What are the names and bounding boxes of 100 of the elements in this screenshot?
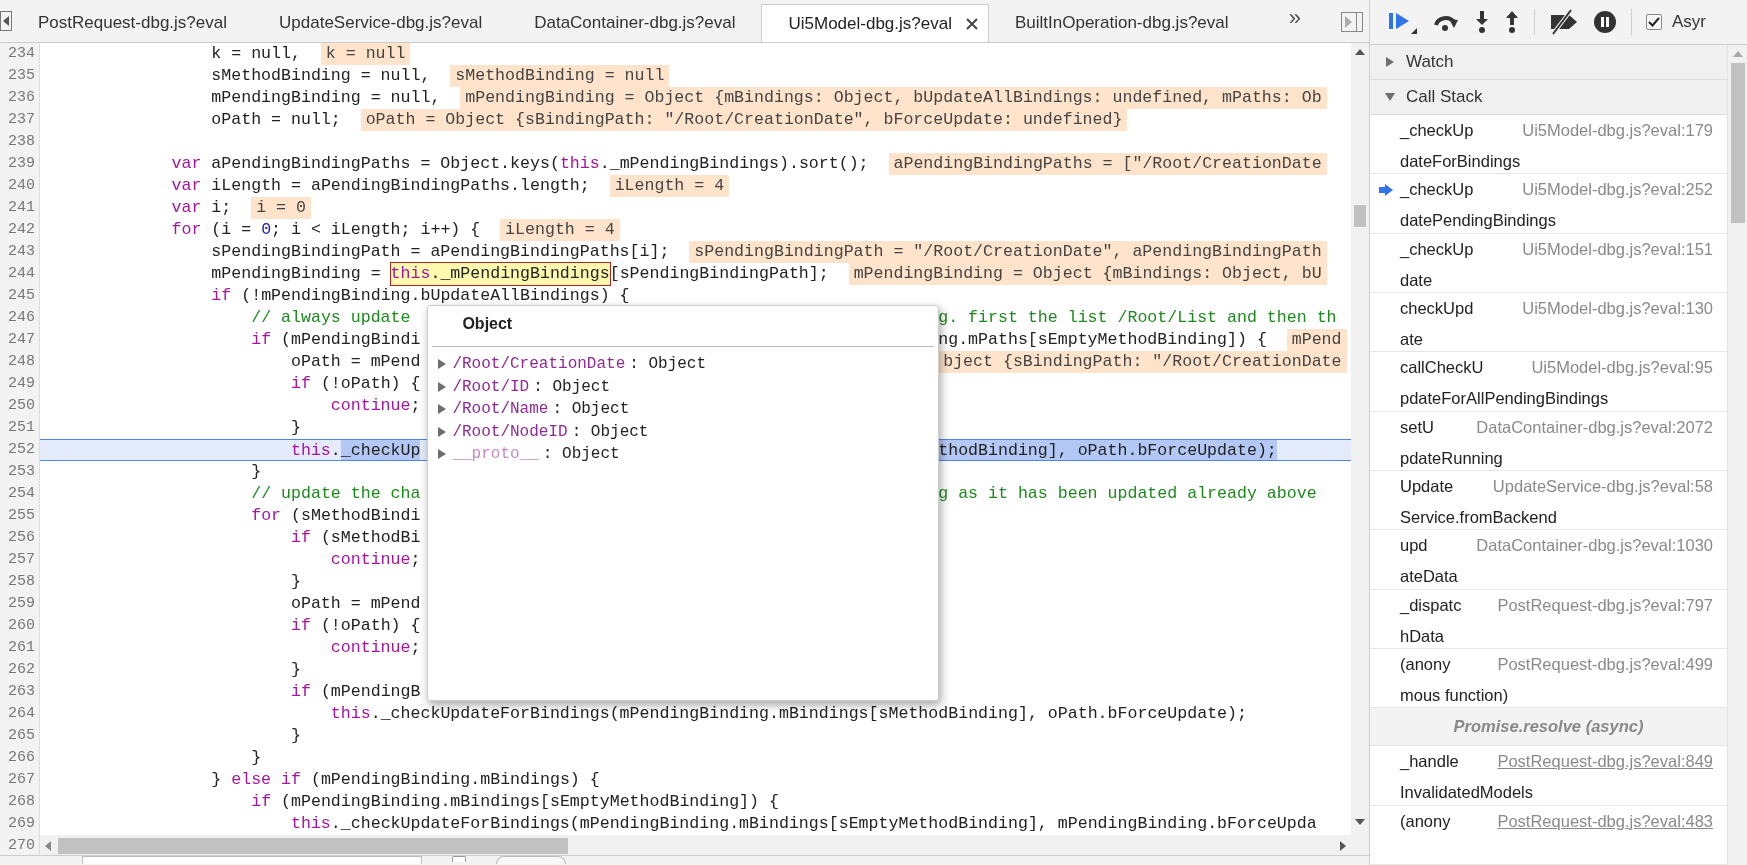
section-title: Call Stack [1406,86,1483,109]
line-number[interactable]: 236 [0,87,40,109]
code-keyword: if [251,791,272,813]
line-number[interactable]: 256 [0,527,40,549]
frame-name: (anony [1400,653,1451,675]
property-key[interactable]: /Root/NodeID [452,419,568,444]
line-number[interactable]: 262 [0,659,40,681]
frame-location[interactable]: PostRequest-dbg.js?eval:849 [1487,746,1713,778]
file-tab[interactable]: PostRequest-dbg.js?eval [12,4,253,42]
panel-toggle-icon[interactable] [1341,12,1363,32]
call-frame[interactable]: _handle PostRequest-dbg.js?eval:849 InvalidatedModels [1370,746,1727,806]
vertical-scrollbar[interactable] [1351,43,1369,855]
deactivate-breakpoints-icon[interactable] [1549,9,1579,35]
line-number[interactable]: 240 [0,175,40,197]
line-number[interactable]: 238 [0,131,40,153]
call-frame[interactable]: upd DataContainer-dbg.js?eval:1030 ateData [1370,530,1727,590]
line-number[interactable]: 247 [0,329,40,351]
line-number[interactable]: 249 [0,373,40,395]
line-number[interactable]: 263 [0,681,40,703]
scroll-down-arrow-icon[interactable] [1355,819,1365,825]
code-keyword: continue [330,637,411,659]
code-text: sMethodBinding = null, [211,65,431,87]
scroll-right-arrow-icon[interactable] [1339,841,1347,851]
file-tab[interactable]: DataContainer-dbg.js?eval [508,4,762,42]
inline-value: aPendingBindingPaths = ["/Root/CreationDate [888,153,1327,175]
property-key[interactable]: __proto__ [452,442,539,467]
line-number[interactable]: 259 [0,593,40,615]
scroll-left-arrow-icon[interactable] [44,841,52,851]
line-number[interactable]: 234 [0,43,40,65]
file-tab[interactable]: Ui5Model-dbg.js?eval [761,4,989,42]
property-key[interactable]: /Root/CreationDate [452,352,626,377]
close-icon[interactable] [965,17,978,30]
scroll-up-arrow-icon[interactable] [1355,49,1365,55]
call-frame[interactable]: (anony PostRequest-dbg.js?eval:483 [1370,805,1727,865]
line-number[interactable]: 269 [0,813,40,835]
line-number[interactable]: 255 [0,505,40,527]
file-tab[interactable]: BuiltInOperation-dbg.js?eval [988,4,1255,42]
inline-value: sPendingBindingPath = "/Root/CreationDate", aPendingBindingPath [689,241,1327,263]
frame-name: dateForBindings [1400,152,1521,170]
property-value: : Object [571,421,649,443]
line-number[interactable]: 252 [0,439,40,461]
line-number[interactable]: 253 [0,461,40,483]
line-number[interactable]: 244 [0,263,40,285]
resume-icon[interactable] [1388,10,1418,34]
scrollbar-thumb[interactable] [1354,205,1366,227]
more-tabs-button[interactable]: » [1288,1,1301,34]
line-number[interactable]: 268 [0,791,40,813]
frame-name: upd [1400,535,1428,557]
frame-name: (anony [1400,810,1451,832]
line-number[interactable]: 246 [0,307,40,329]
line-number[interactable]: 248 [0,351,40,373]
expand-arrow-icon[interactable] [1384,91,1396,103]
frame-name: ate [1400,329,1423,348]
line-number[interactable]: 239 [0,153,40,175]
call-frame[interactable]: _checkUp Ui5Model-dbg.js?eval:179 dateForBindings [1370,115,1727,175]
async-checkbox[interactable] [1646,14,1662,30]
line-number[interactable]: 245 [0,285,40,307]
line-number[interactable]: 250 [0,395,40,417]
expand-arrow-icon[interactable] [1384,56,1396,68]
property-key[interactable]: /Root/ID [452,374,530,399]
horizontal-scrollbar[interactable] [40,835,1351,855]
step-out-icon[interactable] [1504,10,1520,34]
call-frame[interactable]: (anony PostRequest-dbg.js?eval:499 mous function) [1370,648,1727,709]
code-text: ; [410,637,421,659]
line-number[interactable]: 251 [0,417,40,439]
scrollbar-thumb[interactable] [1730,63,1745,223]
line-number[interactable]: 267 [0,769,40,791]
pause-icon[interactable] [1593,10,1617,34]
frame-name: Service.fromBackend [1400,507,1557,526]
call-frame[interactable]: setU DataContainer-dbg.js?eval:2072 pdateRunning [1370,411,1727,471]
line-number[interactable]: 270 [0,835,40,855]
line-number[interactable]: 261 [0,637,40,659]
line-number[interactable]: 266 [0,747,40,769]
line-number[interactable]: 242 [0,219,40,241]
selected-code: thodBinding], oPath.bForceUpdate); [938,440,1277,460]
step-into-icon[interactable] [1474,10,1490,34]
frame-location: Ui5Model-dbg.js?eval:252 [1521,179,1713,201]
vertical-scrollbar[interactable] [1727,45,1747,865]
inline-value: mPendingBinding = Object {mBindings: Object, bUpdateAllBindings: undefined, mPaths: Ob [460,87,1327,109]
line-number[interactable]: 260 [0,615,40,637]
line-number[interactable]: 237 [0,109,40,131]
line-number[interactable]: 257 [0,549,40,571]
property-key[interactable]: /Root/Name [452,397,549,422]
line-number[interactable]: 258 [0,571,40,593]
call-frame[interactable]: _checkUp Ui5Model-dbg.js?eval:252 datePendingBindings [1370,174,1727,234]
code-text: (mPendingBindi [281,329,421,351]
call-frame[interactable]: _dispatc PostRequest-dbg.js?eval:797 hData [1370,589,1727,649]
frame-location[interactable]: PostRequest-dbg.js?eval:483 [1487,805,1713,837]
line-number[interactable]: 265 [0,725,40,747]
hovered-expression[interactable]: this._mPendingBindings [390,263,610,285]
line-number[interactable]: 241 [0,197,40,219]
sidebar-toggle-icon[interactable] [0,10,12,32]
code-keyword: this [291,813,331,835]
frame-name: pdateRunning [1400,448,1503,467]
line-number[interactable]: 243 [0,241,40,263]
line-number[interactable]: 235 [0,65,40,87]
scrollbar-thumb[interactable] [58,838,568,854]
file-tab[interactable]: UpdateService-dbg.js?eval [253,4,509,42]
line-number[interactable]: 264 [0,703,40,725]
line-number[interactable]: 254 [0,483,40,505]
